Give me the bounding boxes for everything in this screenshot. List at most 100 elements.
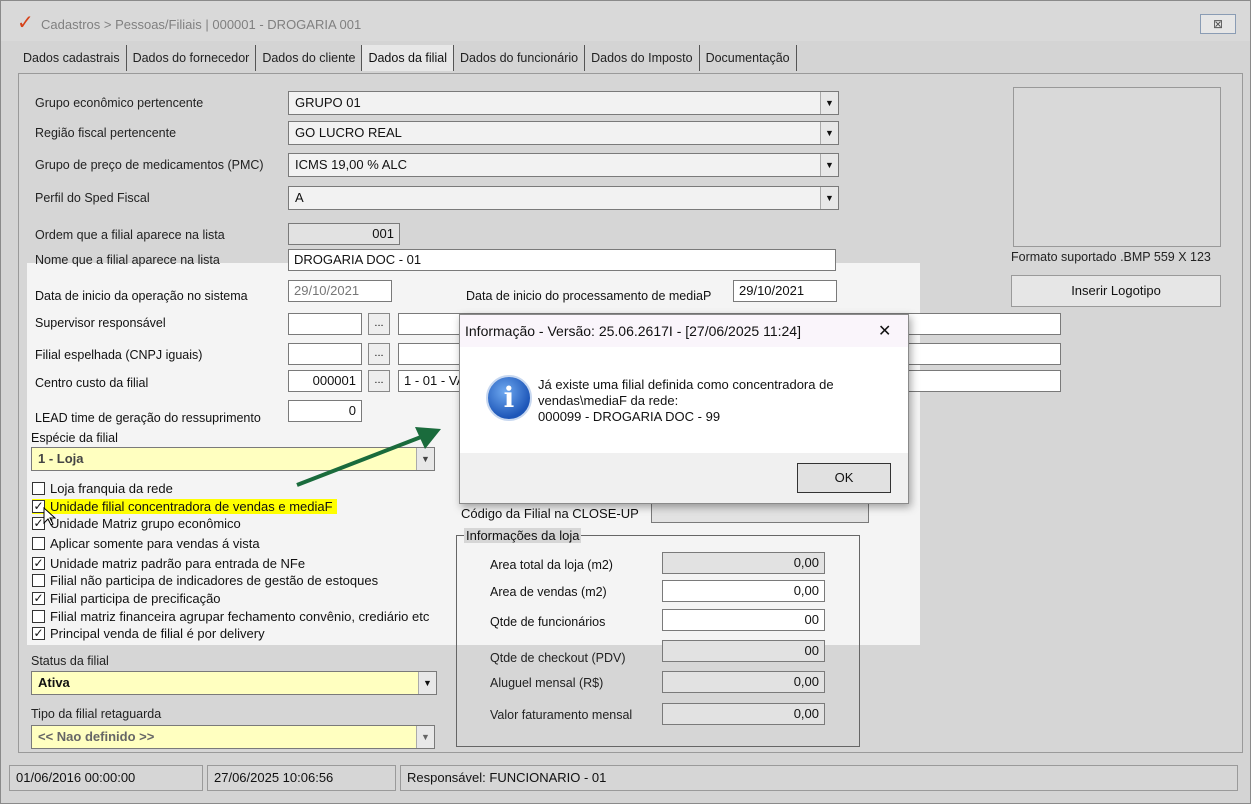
grupo-economico-value: GRUPO 01 — [295, 95, 361, 110]
codigo-closeup-input[interactable] — [651, 501, 869, 523]
checkbox-label: Filial participa de precificação — [50, 591, 221, 606]
insert-logo-button[interactable]: Inserir Logotipo — [1011, 275, 1221, 307]
check-icon: ✓ — [32, 626, 45, 640]
tab-dados-cliente[interactable]: Dados do cliente — [256, 45, 363, 71]
tab-bar: Dados cadastrais Dados do fornecedor Dad… — [17, 45, 797, 71]
perfil-sped-label: Perfil do Sped Fiscal — [35, 191, 150, 205]
especie-label: Espécie da filial — [31, 431, 118, 445]
grupo-economico-select[interactable]: GRUPO 01 ▼ — [288, 91, 839, 115]
app-logo-icon: ✓ — [17, 12, 34, 34]
grupo-preco-select[interactable]: ICMS 19,00 % ALC ▼ — [288, 153, 839, 177]
checkbox-delivery[interactable]: ✓ Principal venda de filial é por deliver… — [32, 626, 265, 641]
check-icon: ✓ — [32, 556, 45, 570]
logo-preview — [1013, 87, 1221, 247]
grupo-preco-label: Grupo de preço de medicamentos (PMC) — [35, 158, 264, 172]
tipo-retaguarda-select[interactable]: << Nao definido >> ▼ — [31, 725, 435, 749]
title-bar: ✓ Cadastros > Pessoas/Filiais | 000001 -… — [1, 1, 1250, 41]
lead-time-label: LEAD time de geração do ressuprimento — [35, 411, 261, 425]
status-select[interactable]: Ativa ▼ — [31, 671, 437, 695]
tab-documentacao[interactable]: Documentação — [700, 45, 797, 71]
status-label: Status da filial — [31, 654, 109, 668]
faturamento-label: Valor faturamento mensal — [490, 708, 633, 722]
supervisor-code-input[interactable] — [288, 313, 362, 335]
checkbox-box — [32, 482, 45, 495]
status-value: Ativa — [38, 675, 70, 690]
info-dialog: Informação - Versão: 25.06.2617I - [27/0… — [459, 314, 909, 504]
dialog-close-icon[interactable]: ✕ — [878, 321, 891, 341]
centro-custo-code-input[interactable]: 000001 — [288, 370, 362, 392]
checkbox-label: Aplicar somente para vendas á vista — [50, 536, 260, 551]
checkbox-label: Unidade Matriz grupo econômico — [50, 516, 241, 531]
checkbox-matriz-grupo[interactable]: ✓ Unidade Matriz grupo econômico — [32, 516, 241, 531]
checkbox-box — [32, 537, 45, 550]
main-window: ✓ Cadastros > Pessoas/Filiais | 000001 -… — [0, 0, 1251, 804]
tab-dados-filial[interactable]: Dados da filial — [362, 45, 454, 71]
qtde-funcionarios-input[interactable]: 00 — [662, 609, 825, 631]
grupo-economico-label: Grupo econômico pertencente — [35, 96, 204, 110]
data-inicio-op-input[interactable]: 29/10/2021 — [288, 280, 392, 302]
especie-value: 1 - Loja — [38, 451, 84, 466]
checkbox-label: Principal venda de filial é por delivery — [50, 626, 265, 641]
lead-time-input[interactable]: 0 — [288, 400, 362, 422]
data-inicio-proc-input[interactable]: 29/10/2021 — [733, 280, 837, 302]
checkbox-precificacao[interactable]: ✓ Filial participa de precificação — [32, 591, 221, 606]
tab-dados-funcionario[interactable]: Dados do funcionário — [454, 45, 586, 71]
qtde-checkout-input[interactable]: 00 — [662, 640, 825, 662]
tab-dados-imposto[interactable]: Dados do Imposto — [585, 45, 700, 71]
tipo-retaguarda-value: << Nao definido >> — [38, 729, 155, 744]
checkbox-matriz-financeira[interactable]: Filial matriz financeira agrupar fechame… — [32, 609, 429, 624]
data-inicio-op-label: Data de inicio da operação no sistema — [35, 289, 248, 303]
faturamento-input[interactable]: 0,00 — [662, 703, 825, 725]
checkbox-matriz-nfe[interactable]: ✓ Unidade matriz padrão para entrada de N… — [32, 556, 305, 571]
centro-custo-label: Centro custo da filial — [35, 376, 149, 390]
info-icon: i — [486, 375, 532, 421]
nome-lista-label: Nome que a filial aparece na lista — [35, 253, 220, 267]
perfil-sped-select[interactable]: A ▼ — [288, 186, 839, 210]
chevron-down-icon: ▼ — [416, 726, 434, 748]
checkbox-label: Filial não participa de indicadores de g… — [50, 573, 379, 588]
checkbox-label: Unidade matriz padrão para entrada de NF… — [50, 556, 306, 571]
checkbox-concentradora[interactable]: ✓ Unidade filial concentradora de vendas … — [32, 499, 337, 514]
aluguel-label: Aluguel mensal (R$) — [490, 676, 604, 690]
regiao-fiscal-select[interactable]: GO LUCRO REAL ▼ — [288, 121, 839, 145]
checkbox-loja-franquia[interactable]: Loja franquia da rede — [32, 481, 173, 496]
nome-lista-input[interactable]: DROGARIA DOC - 01 — [288, 249, 836, 271]
chevron-down-icon: ▼ — [820, 187, 838, 209]
qtde-checkout-label: Qtde de checkout (PDV) — [490, 651, 626, 665]
area-total-label: Area total da loja (m2) — [490, 558, 613, 572]
regiao-fiscal-value: GO LUCRO REAL — [295, 125, 402, 140]
dialog-title: Informação - Versão: 25.06.2617I - [27/0… — [465, 323, 801, 339]
tab-dados-cadastrais[interactable]: Dados cadastrais — [17, 45, 127, 71]
ordem-label: Ordem que a filial aparece na lista — [35, 228, 225, 242]
ordem-input[interactable]: 001 — [288, 223, 400, 245]
chevron-down-icon: ▼ — [820, 92, 838, 114]
checkbox-vendas-vista[interactable]: Aplicar somente para vendas á vista — [32, 536, 260, 551]
centro-custo-search-button[interactable]: ... — [368, 370, 390, 392]
status-responsavel: Responsável: FUNCIONARIO - 01 — [400, 765, 1238, 791]
checkbox-label: Loja franquia da rede — [50, 481, 173, 496]
data-inicio-proc-label: Data de inicio do processamento de media… — [466, 289, 712, 303]
arrow-annotation-icon — [296, 427, 441, 487]
checkbox-label: Unidade filial concentradora de vendas e… — [50, 499, 333, 514]
filial-espelhada-search-button[interactable]: ... — [368, 343, 390, 365]
area-total-input[interactable]: 0,00 — [662, 552, 825, 574]
chevron-down-icon: ▼ — [820, 122, 838, 144]
mouse-cursor-icon — [43, 507, 57, 526]
grupo-preco-value: ICMS 19,00 % ALC — [295, 157, 407, 172]
checkbox-indicadores[interactable]: Filial não participa de indicadores de g… — [32, 573, 378, 588]
filial-espelhada-label: Filial espelhada (CNPJ iguais) — [35, 348, 203, 362]
codigo-closeup-label: Código da Filial na CLOSE-UP — [461, 506, 639, 521]
window-close-button[interactable]: ⊠ — [1200, 14, 1236, 34]
dialog-message: Já existe uma filial definida como conce… — [538, 377, 834, 424]
aluguel-input[interactable]: 0,00 — [662, 671, 825, 693]
tipo-retaguarda-label: Tipo da filial retaguarda — [31, 707, 162, 721]
area-vendas-input[interactable]: 0,00 — [662, 580, 825, 602]
checkbox-label: Filial matriz financeira agrupar fechame… — [50, 609, 430, 624]
chevron-down-icon: ▼ — [820, 154, 838, 176]
area-vendas-label: Area de vendas (m2) — [490, 585, 607, 599]
tab-dados-fornecedor[interactable]: Dados do fornecedor — [127, 45, 257, 71]
ok-button[interactable]: OK — [797, 463, 891, 493]
filial-espelhada-code-input[interactable] — [288, 343, 362, 365]
dialog-title-bar: Informação - Versão: 25.06.2617I - [27/0… — [460, 315, 908, 347]
supervisor-search-button[interactable]: ... — [368, 313, 390, 335]
